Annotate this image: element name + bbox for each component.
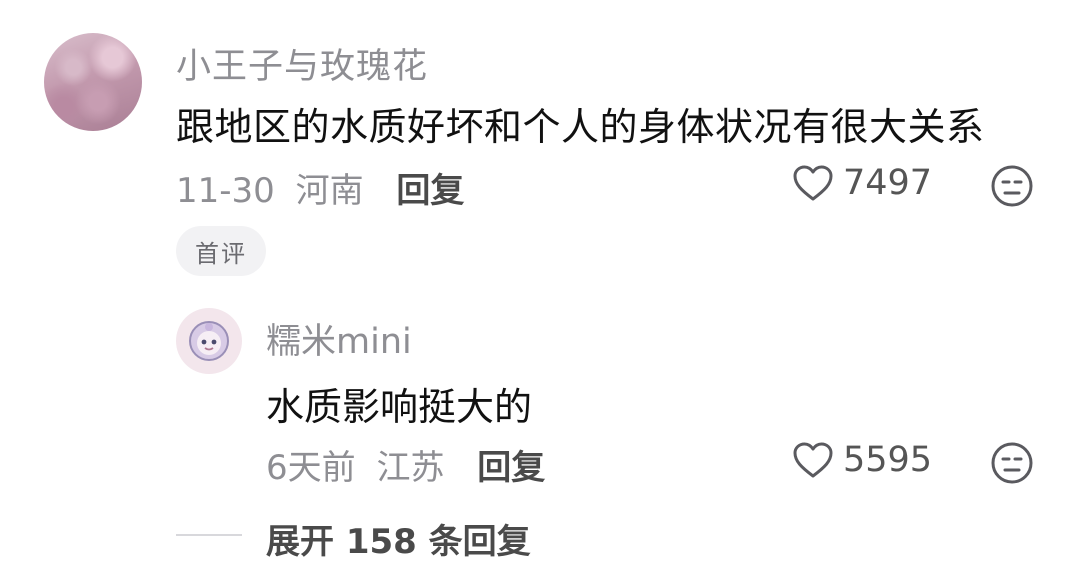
expand-replies-button[interactable]: 展开 158 条回复 <box>266 514 531 563</box>
reply-username[interactable]: 糯米mini <box>266 313 412 364</box>
dislike-emoji-icon <box>991 442 1033 484</box>
reply-button[interactable]: 回复 <box>396 171 464 211</box>
comment-location: 河南 <box>295 171 364 211</box>
reply-location: 江苏 <box>376 448 445 488</box>
avatar[interactable] <box>176 308 242 374</box>
reply-date: 6天前 <box>266 448 356 488</box>
heart-icon <box>793 442 833 478</box>
first-comment-badge: 首评 <box>176 226 266 276</box>
comment-text: 跟地区的水质好坏和个人的身体状况有很大关系 <box>176 105 985 149</box>
dislike-button[interactable] <box>990 164 1034 212</box>
comment-username[interactable]: 小王子与玫瑰花 <box>176 38 428 89</box>
comment-date: 11-30 <box>176 171 275 211</box>
like-count: 7497 <box>843 163 933 203</box>
avatar-face-icon <box>189 321 229 361</box>
heart-icon <box>793 165 833 201</box>
dislike-button[interactable] <box>990 441 1034 489</box>
like-button[interactable]: 7497 <box>791 163 932 203</box>
like-button[interactable]: 5595 <box>791 440 932 480</box>
divider <box>176 534 242 536</box>
comment-meta: 11-30 河南 回复 <box>176 163 464 212</box>
reply-meta: 6天前 江苏 回复 <box>266 440 545 489</box>
reply-text: 水质影响挺大的 <box>266 385 533 429</box>
reply-button[interactable]: 回复 <box>477 448 545 488</box>
avatar[interactable] <box>44 33 142 131</box>
dislike-emoji-icon <box>991 165 1033 207</box>
like-count: 5595 <box>843 440 933 480</box>
